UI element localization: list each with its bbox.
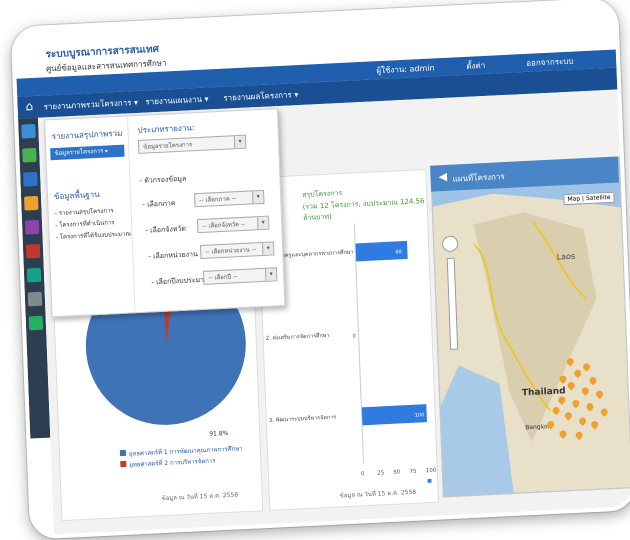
legend-swatch-blue — [119, 449, 127, 457]
x-axis-tick: 50 — [393, 469, 401, 475]
report-type-label: ประเภทรายงาน: — [137, 123, 195, 135]
dropdown-subtitle: ข้อมูลพื้นฐาน — [53, 189, 100, 202]
filter-select-year[interactable]: -- เลือกปี -- ▾ — [203, 267, 278, 285]
user-info[interactable]: ผู้ใช้งาน: admin — [376, 61, 435, 77]
x-axis-tick: 100 — [426, 468, 437, 475]
pie-percent-label: 91.8% — [209, 429, 229, 438]
filter-label-agency: - เลือกหน่วยงาน — [148, 250, 198, 261]
dropdown-link-funded[interactable]: - โครงการที่ได้รับงบประมาณ — [55, 228, 131, 242]
bar-legend-marker: ■ — [427, 478, 432, 484]
dropdown-right-column: ประเภทรายงาน: ข้อมูลรายโครงการ ▾ - ตัวกรอ… — [133, 109, 284, 312]
sidebar-icon-3[interactable] — [23, 171, 38, 187]
bar-chart: 1. พัฒนาครูและบุคลากรทางการศึกษา 802. ส่ง… — [262, 223, 437, 484]
map-title: แผนที่โครงการ — [452, 172, 505, 184]
chevron-down-icon: ▾ — [233, 135, 246, 149]
bar-value-label: 100 — [415, 412, 425, 418]
settings-link[interactable]: ตั้งค่า — [466, 59, 485, 73]
sidebar-icon-5[interactable] — [24, 219, 40, 235]
map-label-laos: Laos — [556, 251, 576, 262]
sidebar-icon-1[interactable] — [21, 123, 36, 139]
chevron-down-icon: ▾ — [256, 216, 269, 230]
filter-label-year: - เลือกปีงบประมาณ — [151, 275, 211, 287]
dropdown-link-ongoing[interactable]: - โครงการที่ดำเนินการ — [55, 217, 115, 230]
bar-category-label: 3. พัฒนาระบบบริหารจัดการ — [269, 414, 337, 424]
map-panel[interactable]: Map | Satellite Laos Thailand Bangkok — [430, 156, 630, 498]
legend-swatch-red — [120, 460, 127, 468]
bar-category-label: 2. ส่งเสริมการจัดการศึกษา — [266, 332, 330, 342]
nav-item-overview[interactable]: รายงานภาพรวมโครงการ ▾ — [43, 96, 138, 114]
dropdown-left-title: รายงานสรุปภาพรวม — [51, 128, 123, 142]
map-canvas — [432, 193, 630, 497]
bar-panel: สรุปโครงการ (รวม 12 โครงการ, งบประมาณ 12… — [256, 168, 440, 511]
x-axis-tick: 0 — [361, 471, 365, 477]
filter-select-region[interactable]: -- เลือกภาค -- ▾ — [194, 189, 265, 208]
logout-link[interactable]: ออกจากระบบ — [526, 55, 574, 70]
home-icon[interactable]: ⌂ — [25, 99, 33, 113]
chevron-down-icon: ▾ — [264, 268, 277, 281]
bar-value-label: 80 — [395, 249, 402, 255]
map-pin-icon: ◀ — [438, 169, 448, 184]
bar-value-label: 0 — [353, 334, 356, 340]
chevron-down-icon: ▾ — [251, 190, 264, 204]
sidebar-icon-7[interactable] — [26, 267, 42, 283]
sidebar-icon-8[interactable] — [27, 291, 43, 307]
x-axis-tick: 25 — [377, 470, 385, 476]
sidebar-icon-2[interactable] — [22, 147, 37, 163]
sidebar-icon-9[interactable] — [28, 315, 44, 331]
nav-item-results[interactable]: รายงานผลโครงการ ▾ — [223, 88, 298, 105]
bar-chart-title: สรุปโครงการ — [302, 189, 343, 199]
filter-title: - ตัวกรองข้อมูล — [139, 174, 187, 185]
nav-item-plans[interactable]: รายงานแผนงาน ▾ — [145, 92, 209, 108]
report-type-select[interactable]: ข้อมูลรายโครงการ ▾ — [137, 134, 247, 154]
screenshot-frame: ระบบบูรณาการสารสนเทศ ศูนย์ข้อมูลและสารสน… — [10, 0, 630, 540]
filter-label-province: - เลือกจังหวัด — [145, 224, 187, 235]
filter-label-region: - เลือกภาค — [142, 199, 176, 209]
x-axis-tick: 75 — [410, 469, 418, 475]
dropdown-link-summary[interactable]: - รายงานสรุปโครงการ — [54, 205, 114, 218]
filter-select-agency[interactable]: -- เลือกหน่วยงาน -- ▾ — [200, 241, 275, 260]
sidebar-icon-6[interactable] — [25, 243, 41, 259]
dropdown-active-item[interactable]: ข้อมูลรายโครงการ ▸ — [50, 144, 125, 161]
sidebar-icon-4[interactable] — [24, 195, 39, 211]
chevron-down-icon: ▾ — [261, 242, 274, 255]
report-dropdown-menu: รายงานสรุปภาพรวม ข้อมูลรายโครงการ ▸ ข้อม… — [44, 108, 286, 318]
dropdown-left-column: รายงานสรุปภาพรวม ข้อมูลรายโครงการ ▸ ข้อม… — [45, 116, 136, 317]
filter-select-province[interactable]: -- เลือกจังหวัด -- ▾ — [197, 215, 270, 234]
